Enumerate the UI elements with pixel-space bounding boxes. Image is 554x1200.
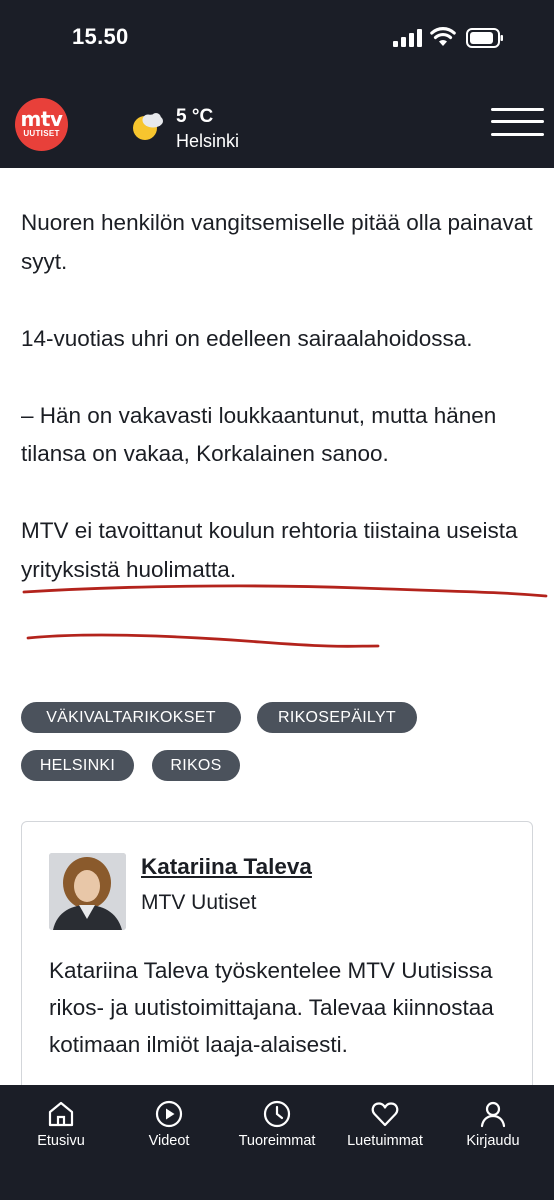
app-header: 15.50 mtv UUTISET 5 °C Helsinki — [0, 0, 554, 168]
hamburger-menu-icon[interactable] — [491, 106, 544, 138]
nav-label: Etusivu — [37, 1133, 85, 1149]
weather-temperature: 5 °C — [176, 106, 214, 127]
author-card: Katariina Taleva MTV Uutiset Katariina T… — [21, 821, 533, 1121]
tag-chip[interactable]: HELSINKI — [21, 750, 134, 781]
status-time: 15.50 — [72, 24, 129, 49]
cellular-signal-icon — [393, 29, 422, 47]
weather-city: Helsinki — [176, 131, 240, 151]
partly-sunny-icon — [133, 113, 163, 140]
article-paragraph: MTV ei tavoittanut koulun rehtoria tiist… — [21, 518, 518, 582]
nav-item-videot[interactable]: Videot — [114, 1099, 224, 1159]
user-icon — [480, 1101, 506, 1128]
wifi-icon — [430, 27, 456, 46]
nav-item-kirjaudu[interactable]: Kirjaudu — [438, 1099, 548, 1159]
battery-icon — [466, 28, 503, 48]
nav-item-tuoreimmat[interactable]: Tuoreimmat — [222, 1099, 332, 1159]
author-organization: MTV Uutiset — [141, 891, 257, 914]
nav-label: Kirjaudu — [466, 1133, 520, 1149]
author-bio: Katariina Taleva työskentelee MTV Uutisi… — [49, 958, 494, 1057]
bottom-navigation: Etusivu Videot Tuoreimmat Luetuimmat Kir… — [0, 1085, 554, 1200]
author-name-link[interactable]: Katariina Taleva — [141, 854, 312, 880]
nav-item-luetuimmat[interactable]: Luetuimmat — [330, 1099, 440, 1159]
home-icon — [48, 1101, 74, 1127]
tag-chip[interactable]: VÄKIVALTARIKOKSET — [21, 702, 241, 733]
heart-icon — [371, 1102, 399, 1127]
article-paragraph: Nuoren henkilön vangitsemiselle pitää ol… — [21, 210, 533, 274]
article-body: Nuoren henkilön vangitsemiselle pitää ol… — [21, 204, 541, 628]
nav-item-etusivu[interactable]: Etusivu — [6, 1099, 116, 1159]
nav-label: Luetuimmat — [347, 1133, 423, 1149]
article-paragraph: – Hän on vakavasti loukkaantunut, mutta … — [21, 402, 497, 467]
tag-chip[interactable]: RIKOS — [152, 750, 240, 781]
clock-icon — [263, 1100, 291, 1128]
nav-label: Videot — [148, 1133, 190, 1149]
logo-subtext: UUTISET — [23, 129, 60, 138]
author-avatar — [49, 853, 126, 930]
status-bar: 15.50 — [0, 0, 554, 78]
logo-text: mtv — [20, 107, 63, 131]
tag-chip[interactable]: RIKOSEPÄILYT — [257, 702, 417, 733]
mtv-uutiset-logo[interactable]: mtv UUTISET — [15, 98, 68, 151]
nav-label: Tuoreimmat — [238, 1133, 316, 1149]
play-icon — [155, 1100, 183, 1128]
article-paragraph: 14-vuotias uhri on edelleen sairaalahoid… — [21, 325, 473, 351]
